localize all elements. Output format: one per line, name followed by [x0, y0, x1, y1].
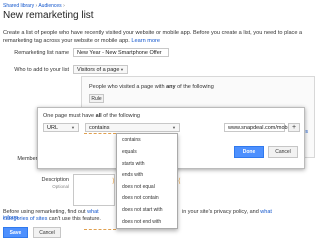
chevron-down-icon: ▼: [71, 125, 75, 130]
operator-dropdown: contains equals starts with ends with do…: [116, 133, 178, 229]
highlight-line-bottom: [84, 229, 116, 230]
operator-option[interactable]: ends with: [117, 170, 177, 181]
add-condition-button[interactable]: +: [288, 123, 300, 132]
visitors-heading: People who visited a page with any of th…: [89, 84, 214, 90]
url-value-input[interactable]: www.snapdeal.com/mobile: [224, 123, 293, 132]
operator-option[interactable]: does not equal: [117, 182, 177, 193]
description-textarea[interactable]: [73, 174, 115, 206]
operator-option[interactable]: equals: [117, 147, 177, 158]
chevron-down-icon: ▼: [172, 125, 176, 130]
description-label: Description: [41, 177, 69, 183]
who-to-add-value: Visitors of a page: [77, 67, 120, 73]
breadcrumb-separator: ›: [63, 3, 65, 9]
chevron-down-icon: ▼: [120, 67, 124, 72]
breadcrumb-separator: ›: [35, 3, 38, 9]
list-name-input[interactable]: New Year - New Smartphone Offer: [73, 48, 169, 57]
rule-popup-heading: One page must have all of the following: [43, 113, 140, 119]
rule-cancel-button[interactable]: Cancel: [268, 146, 298, 158]
page-title: New remarketing list: [3, 10, 94, 21]
breadcrumb: Shared library › Audiences ›: [3, 3, 65, 9]
description-optional: Optional: [52, 184, 69, 189]
highlight-bracket-left: ⟩: [112, 178, 115, 185]
learn-more-link[interactable]: Learn more: [131, 38, 160, 44]
operator-option[interactable]: contains: [117, 135, 177, 146]
list-name-label: Remarketing list name: [14, 50, 69, 56]
categories-of-sites-link[interactable]: categories of sites: [3, 216, 47, 222]
highlight-bracket-right: ⟨: [178, 178, 181, 185]
who-to-add-select[interactable]: Visitors of a page ▼: [73, 65, 128, 74]
footer-line1-right: in your site's privacy policy, and what: [182, 209, 272, 215]
cancel-button[interactable]: Cancel: [33, 227, 61, 238]
url-field-select[interactable]: URL ▼: [43, 123, 79, 132]
breadcrumb-shared-library[interactable]: Shared library: [3, 3, 34, 9]
operator-option[interactable]: does not start with: [117, 205, 177, 216]
done-button[interactable]: Done: [234, 146, 264, 158]
rule-button[interactable]: Rule: [89, 94, 104, 103]
who-to-add-label: Who to add to your list: [14, 67, 69, 73]
footer-line2: categories of sites can't use this featu…: [3, 216, 101, 222]
operator-option[interactable]: does not contain: [117, 193, 177, 204]
save-button[interactable]: Save: [3, 227, 28, 238]
highlight-line-top: [84, 133, 116, 134]
operator-select[interactable]: contains ▼: [85, 123, 180, 132]
operator-option[interactable]: starts with: [117, 159, 177, 170]
intro-text: Create a list of people who have recentl…: [3, 30, 315, 45]
breadcrumb-audiences[interactable]: Audiences: [38, 3, 61, 9]
operator-option[interactable]: does not end with: [117, 217, 177, 228]
what-link[interactable]: what: [260, 209, 272, 215]
